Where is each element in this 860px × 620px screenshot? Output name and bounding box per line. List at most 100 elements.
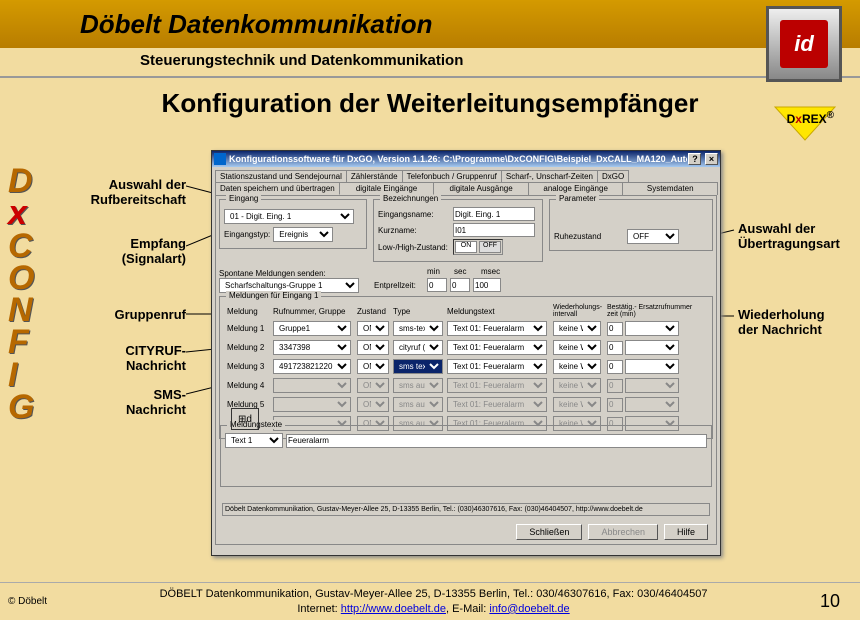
table-row: Meldung 1Gruppe1ONsms-text_Text 01: Feue… — [226, 320, 706, 337]
zeit-input[interactable] — [607, 379, 623, 393]
tab[interactable]: DxGO — [597, 170, 629, 182]
meldtext-select[interactable]: Text 01: Feueralarm — [447, 340, 547, 355]
page-title: Konfiguration der Weiterleitungsempfänge… — [0, 88, 860, 119]
subtitle-text: Steuerungstechnik und Datenkommunikation — [140, 52, 463, 69]
group-meldungstexte: Meldungstexte Text 1 ⊞d — [220, 425, 712, 487]
kurzname-input[interactable] — [453, 223, 535, 237]
zustand-select[interactable]: ON — [357, 359, 389, 374]
entprell-sec[interactable] — [450, 278, 470, 292]
tab[interactable]: digitale Eingänge — [339, 182, 435, 195]
meldtext-select[interactable]: Text 01: Feueralarm — [447, 397, 547, 412]
zeit-input[interactable] — [607, 360, 623, 374]
dxrex-label: DxREX® — [787, 110, 834, 126]
tab-panel: Eingang 01 - Digit. Eing. 1 Eingangstyp:… — [215, 195, 717, 545]
table-row: Meldung 4ONsms autoText 01: Feueralarmke… — [226, 377, 706, 394]
group-meldungen: Meldungen für Eingang 1 Meldung Rufnumme… — [219, 296, 713, 439]
page-footer: © Döbelt DÖBELT Datenkommunikation, Gust… — [0, 582, 860, 620]
lowhigh-toggle[interactable]: ONOFF — [453, 239, 503, 255]
zeit-input[interactable] — [607, 322, 623, 336]
meldtext-select[interactable]: Text 01: Feueralarm — [447, 378, 547, 393]
table-row: Meldung 23347398ONcityruf (alText 01: Fe… — [226, 339, 706, 356]
table-row: Meldung 3491723821220ONsms textText 01: … — [226, 358, 706, 375]
footer-text: DÖBELT Datenkommunikation, Gustav-Meyer-… — [47, 587, 820, 616]
ruhezustand-select[interactable]: OFF — [627, 229, 679, 244]
ruf-select[interactable]: Gruppe1 — [273, 321, 351, 336]
header-bar: Döbelt Datenkommunikation — [0, 0, 860, 48]
annot-gruppenruf: Gruppenruf — [66, 308, 186, 323]
table-row: Meldung 5ONsms autoText 01: Feueralarmke… — [226, 396, 706, 413]
page-number: 10 — [820, 591, 840, 612]
ersatz-select[interactable] — [625, 340, 679, 355]
meldungen-table: Meldung Rufnummer, Gruppe Zustand Type M… — [224, 302, 708, 434]
product-sidebar-label: DxCONFIG — [8, 165, 34, 423]
zustand-select[interactable]: ON — [357, 321, 389, 336]
ruf-select[interactable] — [273, 397, 351, 412]
type-select[interactable]: sms auto — [393, 397, 443, 412]
interval-select[interactable]: keine W — [553, 378, 601, 393]
tab[interactable]: Scharf-, Unscharf-Zeiten — [501, 170, 598, 182]
ersatz-select[interactable] — [625, 359, 679, 374]
close-icon[interactable]: × — [705, 153, 718, 165]
type-select[interactable]: sms text — [393, 359, 443, 374]
tab[interactable]: Zählerstände — [346, 170, 403, 182]
interval-select[interactable]: keine W — [553, 359, 601, 374]
ersatz-select[interactable] — [625, 378, 679, 393]
ruhezustand-label: Ruhezustand — [554, 232, 624, 241]
subtitle-bar: Steuerungstechnik und Datenkommunikation — [0, 48, 860, 78]
zeit-input[interactable] — [607, 398, 623, 412]
zeit-input[interactable] — [607, 341, 623, 355]
group-meld-title: Meldungen für Eingang 1 — [226, 291, 321, 300]
entprell-label: Entprellzeit: — [374, 281, 424, 290]
eingangsname-label: Eingangsname: — [378, 210, 450, 219]
zustand-select[interactable]: ON — [357, 340, 389, 355]
app-icon — [214, 153, 226, 165]
ruf-select[interactable]: 3347398 — [273, 340, 351, 355]
type-select[interactable]: cityruf (al — [393, 340, 443, 355]
group-parameter: Parameter RuhezustandOFF — [549, 199, 713, 251]
annot-wiederholung: Wiederholungder Nachricht — [738, 308, 848, 338]
annot-sms: SMS-Nachricht — [66, 388, 186, 418]
zustand-select[interactable]: ON — [357, 378, 389, 393]
eingangsname-input[interactable] — [453, 207, 535, 221]
help-button[interactable]: Hilfe — [664, 524, 708, 540]
kurzname-label: Kurzname: — [378, 226, 450, 235]
text-select[interactable]: Text 1 — [225, 433, 283, 448]
tab[interactable]: digitale Ausgänge — [433, 182, 529, 195]
tab-row-1: Stationszustand und SendejournalZählerst… — [212, 167, 720, 182]
group-eingang-title: Eingang — [226, 194, 261, 203]
zustand-select[interactable]: ON — [357, 397, 389, 412]
text-value-input[interactable] — [286, 434, 707, 448]
footer-link-mail[interactable]: info@doebelt.de — [489, 603, 569, 615]
eingangstyp-label: Eingangstyp: — [224, 230, 270, 239]
ersatz-select[interactable] — [625, 321, 679, 336]
eingang-select[interactable]: 01 - Digit. Eing. 1 — [224, 209, 354, 224]
annot-rufbereitschaft: Auswahl derRufbereitschaft — [66, 178, 186, 208]
type-select[interactable]: sms auto — [393, 378, 443, 393]
meldtext-select[interactable]: Text 01: Feueralarm — [447, 359, 547, 374]
ersatz-select[interactable] — [625, 397, 679, 412]
vendor-logo-small: ⊞d — [231, 408, 259, 430]
entprell-min[interactable] — [427, 278, 447, 292]
tab[interactable]: Telefonbuch / Gruppenruf — [402, 170, 502, 182]
footer-link-web[interactable]: http://www.doebelt.de — [341, 603, 446, 615]
interval-select[interactable]: keine W — [553, 397, 601, 412]
ruf-select[interactable] — [273, 378, 351, 393]
help-icon[interactable]: ? — [688, 153, 701, 165]
entprell-msec[interactable] — [473, 278, 501, 292]
close-button[interactable]: Schließen — [516, 524, 582, 540]
meldtext-select[interactable]: Text 01: Feueralarm — [447, 321, 547, 336]
eingangstyp-select[interactable]: Ereignis — [273, 227, 333, 242]
type-select[interactable]: sms-text_ — [393, 321, 443, 336]
interval-select[interactable]: keine W — [553, 321, 601, 336]
tab[interactable]: Systemdaten — [622, 182, 718, 195]
company-title: Döbelt Datenkommunikation — [80, 9, 432, 40]
annot-uebertragung: Auswahl derÜbertragungsart — [738, 222, 848, 252]
group-eingang: Eingang 01 - Digit. Eing. 1 Eingangstyp:… — [219, 199, 367, 249]
lowhigh-label: Low-/High-Zustand: — [378, 243, 450, 252]
ruf-select[interactable]: 491723821220 — [273, 359, 351, 374]
tab[interactable]: Stationszustand und Sendejournal — [215, 170, 347, 182]
interval-select[interactable]: keine W — [553, 340, 601, 355]
spontane-label: Spontane Meldungen senden: — [219, 269, 371, 278]
group-bezeichnungen: Bezeichnungen Eingangsname: Kurzname: Lo… — [373, 199, 543, 262]
annot-cityruf: CITYRUF-Nachricht — [66, 344, 186, 374]
